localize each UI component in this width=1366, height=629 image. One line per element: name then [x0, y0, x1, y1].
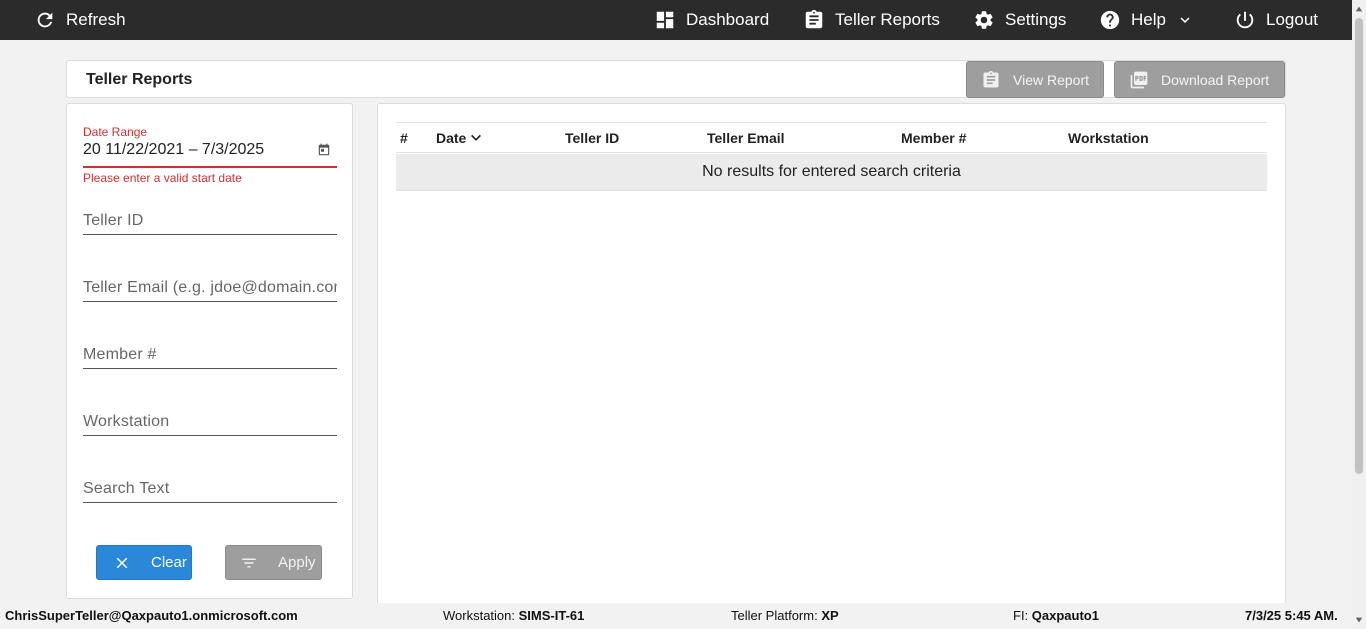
clipboard-icon: [805, 9, 823, 29]
nav-dashboard-label: Dashboard: [686, 10, 770, 29]
column-header-date[interactable]: Date: [436, 130, 483, 146]
refresh-label: Refresh: [66, 10, 126, 29]
view-report-button[interactable]: View Report: [966, 61, 1104, 98]
column-header-workstation[interactable]: Workstation: [1068, 130, 1149, 146]
workstation-input[interactable]: [83, 406, 337, 434]
date-range-label: Date Range: [83, 125, 148, 139]
status-workstation: Workstation: SIMS-IT-61: [443, 608, 585, 623]
status-user: ChrisSuperTeller@Qaxpauto1.onmicrosoft.c…: [5, 608, 298, 623]
scroll-thumb[interactable]: [1355, 18, 1363, 474]
filter-panel: Date Range 20 11/22/2021 – 7/3/2025 Plea…: [66, 103, 353, 599]
empty-results-message: No results for entered search criteria: [702, 163, 961, 180]
results-panel: # Date Teller ID Teller Email Member # W…: [377, 103, 1286, 605]
power-icon: [1236, 11, 1254, 29]
gear-icon: [975, 11, 993, 29]
refresh-button[interactable]: Refresh: [34, 0, 126, 40]
date-error-message: Please enter a valid start date: [83, 171, 242, 185]
search-text-field: [83, 473, 337, 503]
page-scrollbar[interactable]: [1352, 0, 1366, 629]
download-report-label: Download Report: [1161, 71, 1270, 88]
filter-icon: [242, 558, 256, 567]
arrow-down-icon: [1355, 617, 1363, 623]
status-bar: ChrisSuperTeller@Qaxpauto1.onmicrosoft.c…: [0, 603, 1352, 629]
nav-help-label: Help: [1131, 10, 1166, 29]
column-header-number[interactable]: #: [400, 130, 408, 146]
nav-dashboard[interactable]: Dashboard: [654, 0, 769, 40]
nav-settings[interactable]: Settings: [973, 0, 1066, 40]
clear-label: Clear: [151, 554, 187, 571]
workstation-field: [83, 406, 337, 436]
scroll-up-arrow[interactable]: [1352, 2, 1366, 16]
dashboard-icon: [656, 11, 674, 29]
column-header-teller-id[interactable]: Teller ID: [565, 130, 619, 146]
column-header-teller-email[interactable]: Teller Email: [707, 130, 785, 146]
teller-email-field: [83, 272, 337, 302]
nav-logout-label: Logout: [1266, 10, 1318, 29]
calendar-icon[interactable]: [317, 143, 331, 157]
arrow-up-icon: [1355, 6, 1363, 12]
status-fi: FI: Qaxpauto1: [1013, 608, 1099, 623]
close-icon: [116, 557, 128, 568]
page-title: Teller Reports: [86, 71, 193, 88]
download-report-button[interactable]: Download Report: [1114, 61, 1285, 98]
nav-teller-reports-label: Teller Reports: [835, 10, 940, 29]
report-header-panel: Teller Reports View Report Download Repo…: [66, 60, 1286, 98]
chevron-down-icon: [1180, 17, 1190, 23]
top-navigation-bar: Refresh Dashboard Teller Reports Setting…: [0, 0, 1352, 40]
status-datetime: 7/3/25 5:45 AM.: [1245, 608, 1338, 623]
date-range-field[interactable]: Date Range 20 11/22/2021 – 7/3/2025: [83, 124, 337, 168]
column-header-member-number[interactable]: Member #: [901, 130, 966, 146]
clear-button[interactable]: Clear: [96, 545, 192, 580]
nav-teller-reports[interactable]: Teller Reports: [803, 0, 940, 40]
nav-help[interactable]: Help: [1099, 0, 1194, 40]
sort-descending-icon: [471, 134, 482, 141]
search-text-input[interactable]: [83, 473, 337, 501]
help-icon: [1100, 10, 1120, 30]
member-number-input[interactable]: [83, 339, 337, 367]
apply-button[interactable]: Apply: [225, 545, 322, 580]
table-header-row: # Date Teller ID Teller Email Member # W…: [396, 122, 1267, 153]
nav-settings-label: Settings: [1005, 10, 1067, 29]
member-number-field: [83, 339, 337, 369]
teller-id-field: [83, 205, 337, 235]
teller-email-input[interactable]: [83, 272, 337, 300]
empty-results-row: No results for entered search criteria: [396, 154, 1267, 191]
scroll-down-arrow[interactable]: [1352, 613, 1366, 627]
apply-label: Apply: [278, 554, 316, 571]
nav-logout[interactable]: Logout: [1234, 0, 1318, 40]
pdf-icon: [1130, 71, 1148, 88]
view-report-label: View Report: [1013, 71, 1090, 88]
clipboard-icon: [983, 70, 999, 87]
refresh-icon: [37, 12, 53, 28]
teller-id-input[interactable]: [83, 205, 337, 233]
status-teller-platform: Teller Platform: XP: [731, 608, 839, 623]
date-range-value[interactable]: 20 11/22/2021 – 7/3/2025: [83, 141, 264, 159]
